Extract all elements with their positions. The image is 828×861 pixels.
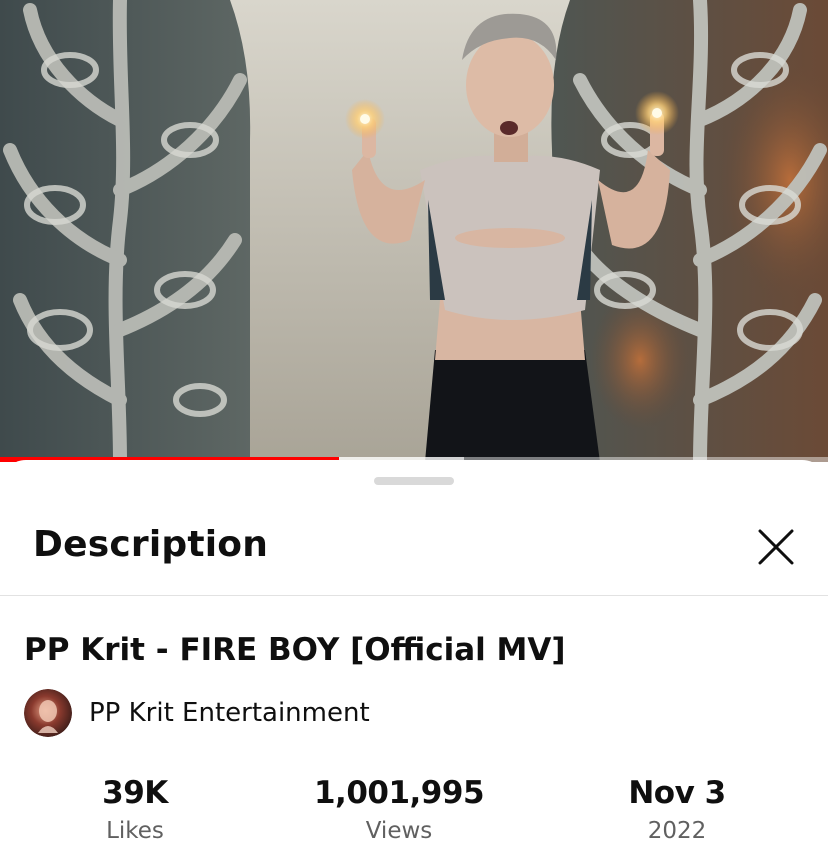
channel-link[interactable]: PP Krit Entertainment (24, 688, 370, 738)
sheet-header: Description (0, 500, 828, 596)
stat-views: 1,001,995 Views (289, 772, 509, 848)
publish-year: 2022 (647, 818, 707, 844)
views-count: 1,001,995 (313, 775, 485, 811)
channel-avatar[interactable] (24, 689, 72, 737)
stat-date: Nov 3 2022 (567, 772, 787, 848)
video-stats: 39K Likes 1,001,995 Views Nov 3 2022 (0, 772, 828, 852)
drag-handle[interactable] (374, 477, 454, 485)
stat-likes: 39K Likes (25, 772, 245, 848)
views-label: Views (365, 818, 433, 844)
description-sheet: Description PP Krit - FIRE BOY [Official… (0, 460, 828, 861)
app-screen: Description PP Krit - FIRE BOY [Official… (0, 0, 828, 861)
close-button[interactable] (754, 525, 798, 569)
video-title: PP Krit - FIRE BOY [Official MV] (24, 632, 566, 668)
sheet-title: Description (33, 524, 269, 565)
video-player[interactable] (0, 0, 828, 462)
channel-name[interactable]: PP Krit Entertainment (89, 698, 370, 728)
publish-date: Nov 3 (628, 775, 726, 811)
video-frame (0, 0, 828, 462)
likes-label: Likes (106, 818, 164, 844)
likes-count: 39K (102, 775, 168, 811)
close-icon (758, 529, 794, 565)
